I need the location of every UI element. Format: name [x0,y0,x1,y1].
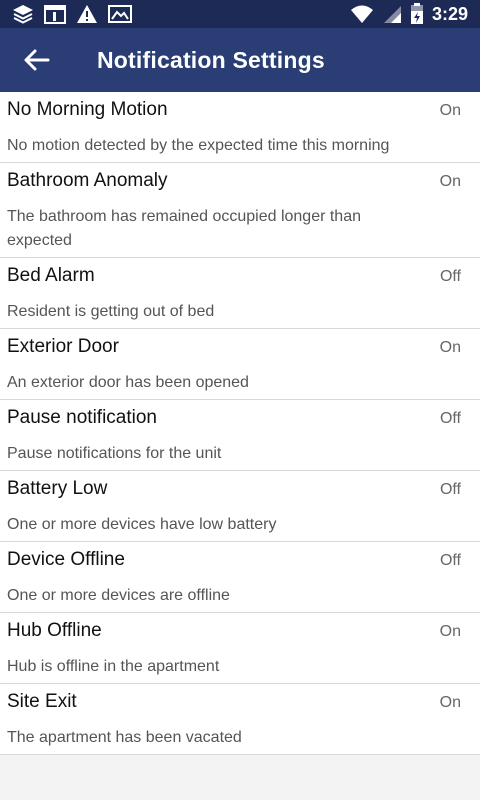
status-bar: 3:29 [0,0,480,28]
setting-state: On [439,623,461,640]
setting-state: Off [439,552,461,569]
setting-title: No Morning Motion [7,99,168,120]
settings-list: No Morning Motion On No motion detected … [0,92,480,755]
setting-state: On [439,339,461,356]
setting-state: On [439,102,461,119]
setting-row-pause-notification[interactable]: Pause notification Off Pause notificatio… [0,400,480,471]
system-icons: 3:29 [350,3,468,25]
setting-description: Hub is offline in the apartment [7,658,220,675]
setting-row-bathroom-anomaly[interactable]: Bathroom Anomaly On The bathroom has rem… [0,163,480,258]
setting-description: The bathroom has remained occupied longe… [7,208,361,249]
setting-state: Off [439,268,461,285]
setting-title: Device Offline [7,549,125,570]
page-title: Notification Settings [97,47,325,73]
setting-row-no-morning-motion[interactable]: No Morning Motion On No motion detected … [0,92,480,163]
setting-title: Bed Alarm [7,265,95,286]
setting-row-hub-offline[interactable]: Hub Offline On Hub is offline in the apa… [0,613,480,684]
setting-description: No motion detected by the expected time … [7,137,390,154]
setting-title: Hub Offline [7,620,102,641]
layers-icon [13,5,33,24]
setting-description: Resident is getting out of bed [7,303,215,320]
setting-row-bed-alarm[interactable]: Bed Alarm Off Resident is getting out of… [0,258,480,329]
setting-title: Bathroom Anomaly [7,170,168,191]
back-arrow-icon [24,49,50,71]
setting-description: The apartment has been vacated [7,729,242,746]
wifi-icon [350,5,373,23]
setting-state: Off [439,481,461,498]
signal-icon [383,6,401,23]
notification-icons [12,4,132,24]
battery-icon [410,3,423,24]
setting-state: Off [439,410,461,427]
setting-row-battery-low[interactable]: Battery Low Off One or more devices have… [0,471,480,542]
setting-row-site-exit[interactable]: Site Exit On The apartment has been vaca… [0,684,480,755]
setting-description: An exterior door has been opened [7,374,249,391]
mail-icon [108,5,132,23]
setting-description: Pause notifications for the unit [7,445,222,462]
back-button[interactable] [22,46,52,74]
calendar-icon [44,5,66,24]
setting-state: On [439,173,461,190]
setting-description: One or more devices have low battery [7,516,277,533]
setting-title: Exterior Door [7,336,119,357]
setting-description: One or more devices are offline [7,587,230,604]
setting-row-exterior-door[interactable]: Exterior Door On An exterior door has be… [0,329,480,400]
setting-state: On [439,694,461,711]
setting-title: Pause notification [7,407,157,428]
setting-title: Battery Low [7,478,108,499]
status-time: 3:29 [431,4,468,24]
app-bar: Notification Settings [0,28,480,92]
setting-title: Site Exit [7,691,77,712]
warning-icon [77,5,97,23]
setting-row-device-offline[interactable]: Device Offline Off One or more devices a… [0,542,480,613]
